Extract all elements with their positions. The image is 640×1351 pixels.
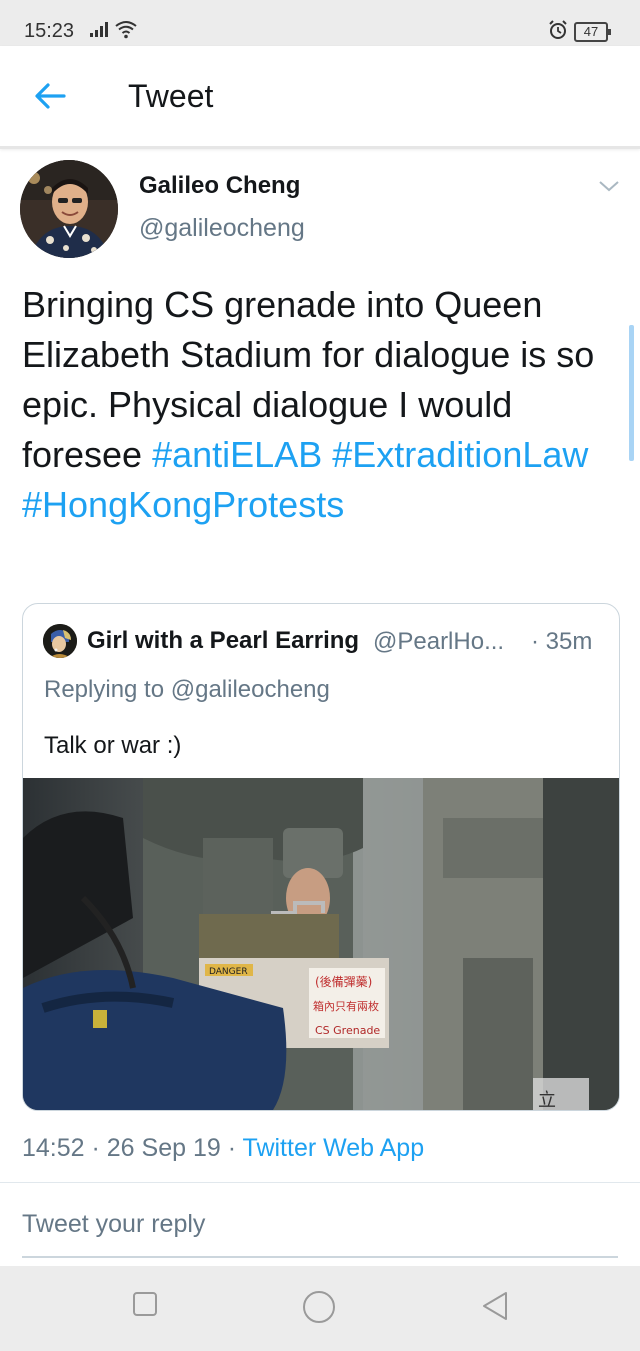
- back-arrow-icon[interactable]: [32, 78, 68, 114]
- status-bar: 15:23 47: [0, 0, 640, 46]
- author-handle[interactable]: @galileocheng: [139, 214, 305, 243]
- scroll-indicator: [629, 325, 634, 461]
- chevron-down-icon[interactable]: [598, 178, 620, 194]
- status-time: 15:23: [24, 20, 75, 42]
- hashtag-hongkongprotests[interactable]: #HongKongProtests: [22, 484, 344, 525]
- quoted-tweet-card[interactable]: Girl with a Pearl Earring @PearlHo... · …: [22, 603, 620, 1111]
- tweet-meta: 14:52 · 26 Sep 19 · Twitter Web App: [22, 1134, 424, 1163]
- tweet-text: Bringing CS grenade into Queen Elizabeth…: [22, 280, 612, 530]
- chinese-label-1: (後備彈藥): [315, 974, 372, 989]
- author-name[interactable]: Galileo Cheng: [139, 172, 300, 200]
- quoted-text: Talk or war :): [44, 732, 182, 759]
- alarm-icon: [548, 20, 568, 45]
- quoted-author-name: Girl with a Pearl Earring: [87, 627, 360, 654]
- avatar[interactable]: [20, 160, 118, 258]
- divider: [0, 1182, 640, 1183]
- chinese-label-2: 箱內只有兩枚: [313, 999, 379, 1013]
- corner-label: 立: [538, 1090, 556, 1110]
- quoted-image[interactable]: DANGER (後備彈藥) 箱內只有兩枚 CS Grenade 立: [23, 778, 619, 1110]
- reply-placeholder: Tweet your reply: [22, 1210, 206, 1238]
- battery-icon: 47: [574, 22, 611, 42]
- signal-icon: [90, 21, 110, 42]
- home-icon[interactable]: [302, 1290, 336, 1329]
- cs-grenade-label: CS Grenade: [315, 1024, 380, 1037]
- system-nav-bar: [0, 1266, 640, 1351]
- wifi-icon: [114, 19, 138, 44]
- danger-label: DANGER: [209, 967, 248, 977]
- app-header: Tweet: [0, 46, 640, 149]
- quoted-time: · 35m: [531, 628, 593, 655]
- recents-icon[interactable]: [131, 1290, 159, 1323]
- reply-input[interactable]: Tweet your reply: [22, 1196, 618, 1258]
- hashtag-antielab[interactable]: #antiELAB: [152, 434, 322, 475]
- tweet-source-link[interactable]: Twitter Web App: [243, 1134, 425, 1162]
- replying-to: Replying to @galileocheng: [44, 676, 330, 703]
- quoted-author-handle: @PearlHo...: [373, 628, 505, 655]
- tweet-timestamp: 14:52 · 26 Sep 19 ·: [22, 1134, 243, 1162]
- page-title: Tweet: [128, 78, 214, 114]
- back-icon[interactable]: [480, 1290, 510, 1327]
- hashtag-extraditionlaw[interactable]: #ExtraditionLaw: [332, 434, 588, 475]
- quoted-avatar: [43, 624, 77, 658]
